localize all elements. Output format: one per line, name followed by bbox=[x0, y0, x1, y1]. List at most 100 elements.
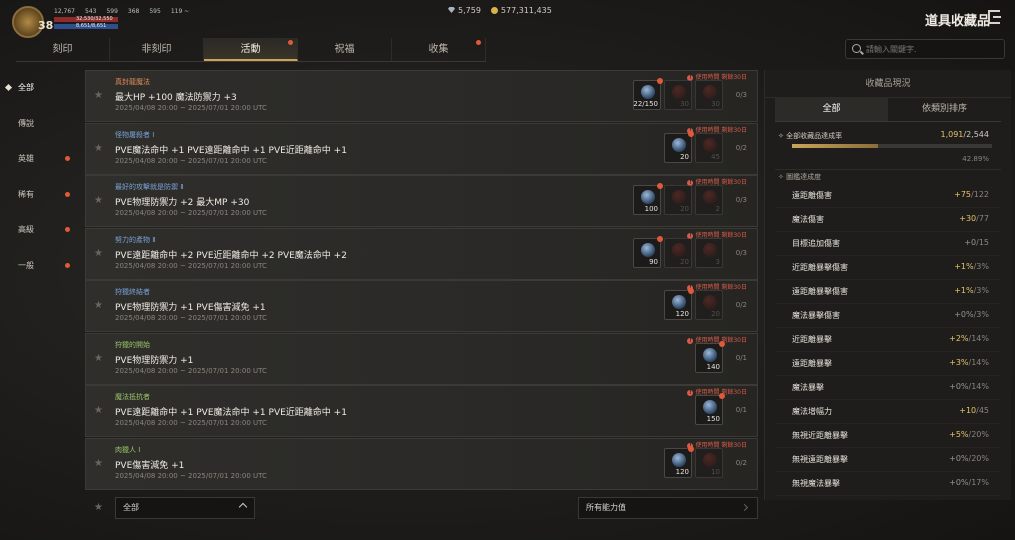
mp-bar: 8,651/8,651 bbox=[54, 23, 118, 29]
search-box[interactable] bbox=[845, 39, 1005, 59]
stat-gained: +5% bbox=[949, 430, 969, 439]
item-slot[interactable]: 30 bbox=[695, 80, 723, 110]
sidebar-item-5[interactable]: 一般 bbox=[0, 248, 80, 284]
item-slot[interactable]: 22/150 bbox=[633, 78, 663, 110]
item-slot[interactable]: 3 bbox=[695, 237, 723, 268]
collection-category: 努力的產物 Ⅱ bbox=[115, 235, 156, 244]
collection-card[interactable]: ★ 努力的產物 Ⅱ PVE遠距離命中 +2 PVE近距離命中 +2 PVE魔法命中 … bbox=[85, 227, 758, 280]
item-slot[interactable]: 20 bbox=[695, 290, 723, 320]
sidebar-item-2[interactable]: 英雄 bbox=[0, 141, 80, 177]
tab-4[interactable]: 收集 bbox=[392, 38, 486, 61]
ability-filter-dropdown[interactable]: 所有能力值 bbox=[578, 497, 758, 519]
page-title: 道具收藏品 bbox=[925, 14, 991, 29]
stat-row: 魔法傷害 +30/77 bbox=[775, 208, 1001, 232]
tab-1[interactable]: 非刻印 bbox=[110, 38, 204, 61]
item-slot[interactable]: 20 bbox=[664, 185, 692, 215]
panel-tab-all[interactable]: 全部 bbox=[775, 98, 888, 121]
collection-date-range: 2025/04/08 20:00 ~ 2025/07/01 20:00 UTC bbox=[115, 314, 267, 322]
sidebar-item-0[interactable]: 全部 bbox=[0, 70, 80, 106]
favorite-filter-star-icon[interactable]: ★ bbox=[94, 502, 103, 513]
tab-0[interactable]: 刻印 bbox=[16, 38, 110, 61]
overall-value: 1,091/2,544 bbox=[940, 130, 989, 139]
stat-name: 遠距離暴擊傷害 bbox=[792, 287, 848, 296]
favorite-star-icon[interactable]: ★ bbox=[94, 195, 103, 206]
stat-row: 遠距離暴擊傷害 +1%/3% bbox=[775, 280, 1001, 304]
collection-list[interactable]: ★ 真封龍魔法 最大HP +100 魔法防禦力 +3 2025/04/08 20:00… bbox=[85, 70, 758, 490]
gold-coin-icon bbox=[490, 7, 498, 14]
sidebar-item-label: 英雄 bbox=[18, 154, 34, 163]
item-slot[interactable]: 120 bbox=[664, 288, 694, 320]
panel-tab-sort-by-category[interactable]: 依類別排序 bbox=[888, 98, 1001, 121]
favorite-star-icon[interactable]: ★ bbox=[94, 405, 103, 416]
stat-name: 近距離暴擊傷害 bbox=[792, 263, 848, 272]
item-count: 20 bbox=[680, 205, 689, 213]
stat-name: 魔法暴擊 bbox=[792, 383, 824, 392]
item-slot[interactable]: 30 bbox=[664, 80, 692, 110]
character-level: 38 bbox=[38, 19, 54, 32]
exit-icon[interactable] bbox=[988, 10, 1001, 24]
collection-card[interactable]: ★ 真封龍魔法 最大HP +100 魔法防禦力 +3 2025/04/08 20:00… bbox=[85, 70, 758, 122]
selected-diamond-icon bbox=[4, 83, 13, 92]
favorite-star-icon[interactable]: ★ bbox=[94, 458, 103, 469]
stat-row: 近距離暴擊傷害 +1%/3% bbox=[775, 256, 1001, 280]
collection-card[interactable]: ★ 最好的攻擊就是防禦 Ⅱ PVE物理防禦力 +2 最大MP +30 2025/04/… bbox=[85, 175, 758, 227]
tab-3[interactable]: 祝福 bbox=[298, 38, 392, 61]
collection-date-range: 2025/04/08 20:00 ~ 2025/07/01 20:00 UTC bbox=[115, 209, 267, 217]
stat-value: +0%/17% bbox=[949, 478, 989, 487]
favorite-star-icon[interactable]: ★ bbox=[94, 143, 103, 154]
gold-amount: 577,311,435 bbox=[500, 6, 552, 15]
item-count: 3 bbox=[715, 257, 720, 266]
item-slot[interactable]: 150 bbox=[695, 393, 725, 425]
collection-card[interactable]: ★ 肉獵人 Ⅰ PVE傷害減免 +1 2025/04/08 20:00 ~ 2025/… bbox=[85, 437, 758, 490]
item-slots: 120 20 bbox=[664, 288, 723, 320]
stat-value: 12,767 bbox=[54, 8, 75, 15]
item-slot[interactable]: 120 bbox=[664, 445, 694, 478]
sidebar-item-1[interactable]: 傳說 bbox=[0, 106, 80, 142]
item-slot[interactable]: 2 bbox=[695, 185, 723, 215]
collection-effect: PVE遠距離命中 +1 PVE魔法命中 +1 PVE近距離命中 +1 bbox=[115, 408, 347, 418]
collection-progress: 0/3 bbox=[735, 248, 747, 257]
item-slot[interactable]: 20 bbox=[664, 237, 692, 268]
stat-name: 無視遠距離暴擊 bbox=[792, 455, 848, 464]
item-slot[interactable]: 100 bbox=[633, 183, 663, 215]
collection-date-range: 2025/04/08 20:00 ~ 2025/07/01 20:00 UTC bbox=[115, 366, 267, 375]
collection-card[interactable]: ★ 狩獵終結者 PVE物理防禦力 +1 PVE傷害減免 +1 2025/04/08 2… bbox=[85, 280, 758, 332]
item-orb-icon bbox=[641, 190, 655, 204]
favorite-star-icon[interactable]: ★ bbox=[94, 248, 103, 259]
item-count: 120 bbox=[675, 310, 689, 318]
favorite-star-icon[interactable]: ★ bbox=[94, 90, 103, 101]
grade-filter-dropdown[interactable]: 全部 bbox=[115, 497, 255, 519]
item-slot[interactable]: 90 bbox=[633, 235, 663, 268]
sidebar-item-4[interactable]: 高級 bbox=[0, 212, 80, 248]
favorite-star-icon[interactable]: ★ bbox=[94, 300, 103, 311]
search-input[interactable] bbox=[866, 42, 996, 56]
item-count: 20 bbox=[680, 257, 689, 266]
item-slot[interactable]: 140 bbox=[695, 340, 725, 373]
item-slot[interactable]: 10 bbox=[695, 447, 723, 478]
item-slot[interactable]: 20 bbox=[664, 130, 694, 163]
item-count: 150 bbox=[706, 415, 720, 423]
collection-category: 最好的攻擊就是防禦 Ⅱ bbox=[115, 183, 184, 191]
tab-2[interactable]: 活動 bbox=[204, 38, 298, 61]
stat-name: 目標追加傷害 bbox=[792, 239, 840, 248]
chevron-up-icon bbox=[238, 502, 248, 512]
collection-card[interactable]: ★ 魔法抵抗者 PVE遠距離命中 +1 PVE魔法命中 +1 PVE近距離命中 +1… bbox=[85, 385, 758, 437]
sidebar-item-3[interactable]: 稀有 bbox=[0, 177, 80, 213]
stat-total: /3% bbox=[973, 310, 989, 319]
collection-card[interactable]: ★ 怪物屠殺者 Ⅰ PVE魔法命中 +1 PVE遠距離命中 +1 PVE近距離命中 … bbox=[85, 122, 758, 175]
stat-gained: +75 bbox=[954, 190, 972, 199]
collection-date-range: 2025/04/08 20:00 ~ 2025/07/01 20:00 UTC bbox=[115, 104, 267, 112]
stat-value: +0%/20% bbox=[949, 454, 989, 463]
app-root: 38 12,767 543 599 368 595 119 ~ 32,530/3… bbox=[0, 0, 1015, 540]
favorite-star-icon[interactable]: ★ bbox=[94, 353, 103, 364]
item-orb-icon bbox=[703, 347, 717, 362]
tab-label: 活動 bbox=[240, 44, 261, 55]
collection-card[interactable]: ★ 狩獵的開始 PVE物理防禦力 +1 2025/04/08 20:00 ~ 2025… bbox=[85, 332, 758, 385]
collection-status-panel: 收藏品現況 全部 依類別排序 ✧ 全部收藏品達成率 1,091/2,544 42… bbox=[764, 70, 1011, 500]
notification-dot-icon bbox=[288, 40, 293, 45]
stat-row: 無視魔法暴擊 +0%/17% bbox=[775, 472, 1001, 496]
item-slot[interactable]: 45 bbox=[695, 132, 723, 163]
item-orb-icon bbox=[672, 452, 686, 467]
collection-category: 狩獵終結者 bbox=[115, 288, 150, 296]
stat-row: 無視近距離暴擊 +5%/20% bbox=[775, 424, 1001, 448]
